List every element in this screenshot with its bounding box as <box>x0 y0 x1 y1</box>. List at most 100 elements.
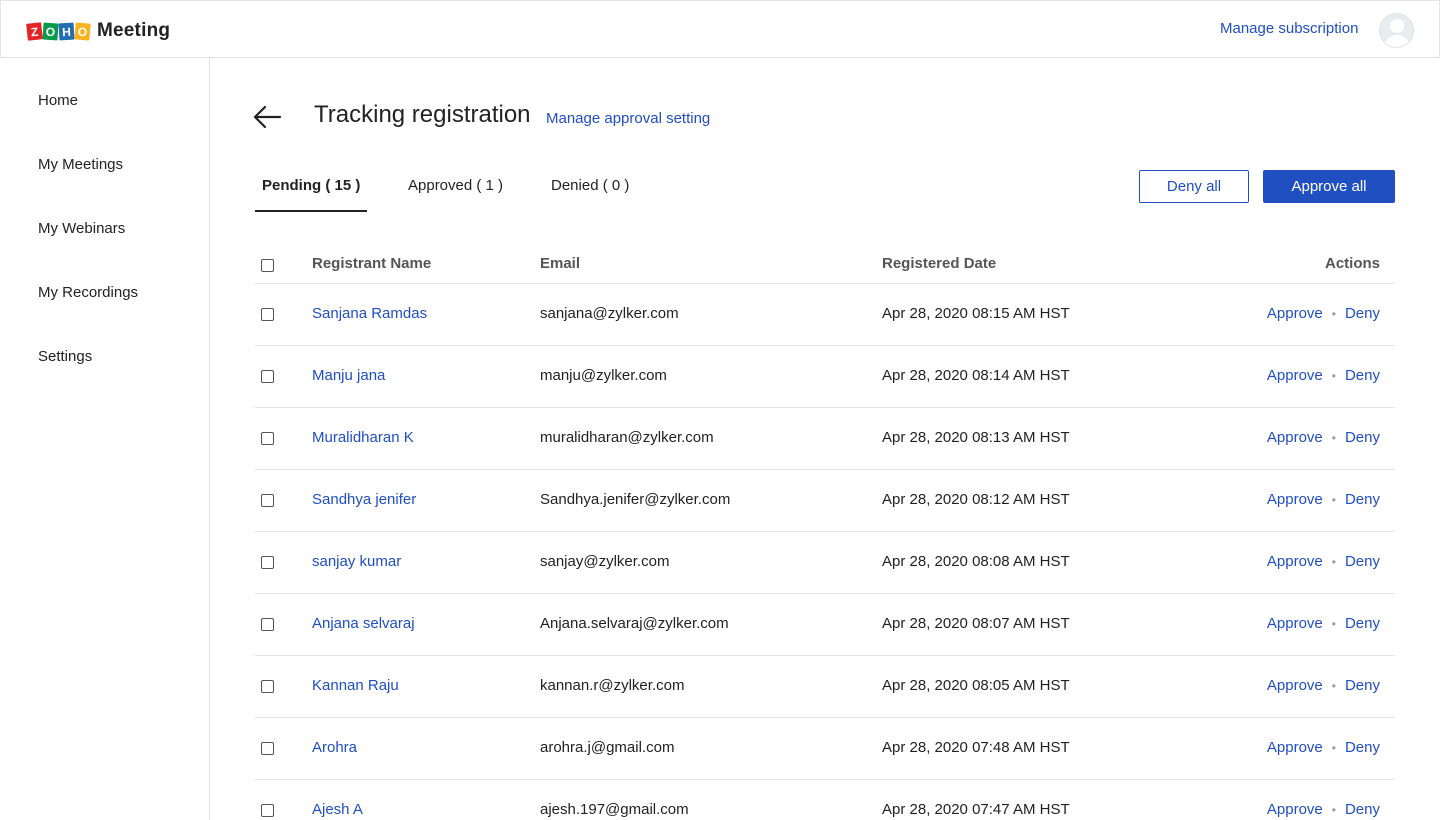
table-row: Kannan Raju kannan.r@zylker.com Apr 28, … <box>255 656 1395 718</box>
registered-date: Apr 28, 2020 08:08 AM HST <box>882 553 1070 570</box>
separator-dot: • <box>1331 492 1336 507</box>
registrant-name-link[interactable]: Ajesh A <box>312 801 363 818</box>
table-row: Manju jana manju@zylker.com Apr 28, 2020… <box>255 346 1395 408</box>
registered-date: Apr 28, 2020 07:47 AM HST <box>882 801 1070 818</box>
approve-link[interactable]: Approve <box>1267 677 1323 694</box>
deny-link[interactable]: Deny <box>1345 615 1380 632</box>
approve-link[interactable]: Approve <box>1267 429 1323 446</box>
registrant-email: sanjana@zylker.com <box>540 305 679 322</box>
sidebar-item-my-recordings[interactable]: My Recordings <box>38 284 138 301</box>
table-row: Muralidharan K muralidharan@zylker.com A… <box>255 408 1395 470</box>
logo-letter-o: O <box>42 21 59 41</box>
row-checkbox[interactable] <box>261 494 274 507</box>
row-actions: Approve • Deny <box>1267 491 1380 508</box>
header-registrant-name: Registrant Name <box>312 255 432 272</box>
header-email: Email <box>540 255 581 272</box>
manage-subscription-link[interactable]: Manage subscription <box>1220 20 1358 37</box>
row-actions: Approve • Deny <box>1267 615 1380 632</box>
registrant-email: Sandhya.jenifer@zylker.com <box>540 491 731 508</box>
deny-link[interactable]: Deny <box>1345 801 1380 818</box>
separator-dot: • <box>1331 678 1336 693</box>
registrant-name-link[interactable]: sanjay kumar <box>312 553 401 570</box>
separator-dot: • <box>1331 616 1336 631</box>
separator-dot: • <box>1331 740 1336 755</box>
page-title: Tracking registration <box>314 101 531 128</box>
row-checkbox[interactable] <box>261 308 274 321</box>
registered-date: Apr 28, 2020 08:15 AM HST <box>882 305 1070 322</box>
avatar-head <box>1390 19 1404 33</box>
registered-date: Apr 28, 2020 08:12 AM HST <box>882 491 1070 508</box>
approve-link[interactable]: Approve <box>1267 491 1323 508</box>
row-checkbox[interactable] <box>261 680 274 693</box>
table-header: Registrant Name Email Registered Date Ac… <box>255 238 1395 284</box>
row-checkbox[interactable] <box>261 804 274 817</box>
registered-date: Apr 28, 2020 07:48 AM HST <box>882 739 1070 756</box>
row-checkbox[interactable] <box>261 742 274 755</box>
deny-link[interactable]: Deny <box>1345 553 1380 570</box>
header-registered-date: Registered Date <box>882 255 997 272</box>
logo-letter-z: Z <box>26 21 43 41</box>
registered-date: Apr 28, 2020 08:13 AM HST <box>882 429 1070 446</box>
registrant-name-link[interactable]: Muralidharan K <box>312 429 414 446</box>
registrant-name-link[interactable]: Sanjana Ramdas <box>312 305 427 322</box>
row-actions: Approve • Deny <box>1267 739 1380 756</box>
sidebar-item-my-meetings[interactable]: My Meetings <box>38 156 123 173</box>
table-row: Sanjana Ramdas sanjana@zylker.com Apr 28… <box>255 284 1395 346</box>
deny-link[interactable]: Deny <box>1345 739 1380 756</box>
zoho-meeting-logo[interactable]: Z O H O Meeting <box>26 20 170 42</box>
avatar-body <box>1384 35 1410 47</box>
approve-link[interactable]: Approve <box>1267 615 1323 632</box>
separator-dot: • <box>1331 430 1336 445</box>
logo-letter-h: H <box>58 22 75 40</box>
registrant-email: Anjana.selvaraj@zylker.com <box>540 615 729 632</box>
top-bar: Z O H O Meeting Manage subscription <box>0 0 1440 58</box>
row-checkbox[interactable] <box>261 618 274 631</box>
registrant-name-link[interactable]: Anjana selvaraj <box>312 615 415 632</box>
separator-dot: • <box>1331 306 1336 321</box>
header-actions: Actions <box>1324 255 1380 272</box>
approve-link[interactable]: Approve <box>1267 739 1323 756</box>
row-checkbox[interactable] <box>261 370 274 383</box>
sidebar-item-my-webinars[interactable]: My Webinars <box>38 220 125 237</box>
user-avatar-icon[interactable] <box>1379 13 1414 48</box>
table-row: Ajesh A ajesh.197@gmail.com Apr 28, 2020… <box>255 780 1395 820</box>
deny-link[interactable]: Deny <box>1345 429 1380 446</box>
registrant-name-link[interactable]: Sandhya jenifer <box>312 491 416 508</box>
approve-all-button[interactable]: Approve all <box>1263 170 1395 203</box>
registrant-name-link[interactable]: Manju jana <box>312 367 385 384</box>
row-checkbox[interactable] <box>261 432 274 445</box>
tab-pending[interactable]: Pending ( 15 ) <box>262 177 360 194</box>
separator-dot: • <box>1331 368 1336 383</box>
arrow-left-icon[interactable] <box>252 104 282 130</box>
registrant-name-link[interactable]: Arohra <box>312 739 357 756</box>
tab-denied[interactable]: Denied ( 0 ) <box>551 177 629 194</box>
sidebar-item-settings[interactable]: Settings <box>38 348 92 365</box>
registrant-name-link[interactable]: Kannan Raju <box>312 677 399 694</box>
sidebar-item-home[interactable]: Home <box>38 92 78 109</box>
approve-link[interactable]: Approve <box>1267 801 1323 818</box>
deny-link[interactable]: Deny <box>1345 677 1380 694</box>
approve-link[interactable]: Approve <box>1267 553 1323 570</box>
tab-approved[interactable]: Approved ( 1 ) <box>408 177 503 194</box>
table-row: Anjana selvaraj Anjana.selvaraj@zylker.c… <box>255 594 1395 656</box>
registrant-email: muralidharan@zylker.com <box>540 429 714 446</box>
logo-letter-o: O <box>74 21 91 41</box>
table-row: Sandhya jenifer Sandhya.jenifer@zylker.c… <box>255 470 1395 532</box>
row-actions: Approve • Deny <box>1267 367 1380 384</box>
manage-approval-setting-link[interactable]: Manage approval setting <box>546 110 710 127</box>
registrant-email: arohra.j@gmail.com <box>540 739 675 756</box>
approve-link[interactable]: Approve <box>1267 305 1323 322</box>
active-tab-indicator <box>255 210 367 212</box>
deny-link[interactable]: Deny <box>1345 305 1380 322</box>
select-all-checkbox[interactable] <box>261 259 274 272</box>
deny-link[interactable]: Deny <box>1345 367 1380 384</box>
deny-all-button[interactable]: Deny all <box>1139 170 1249 203</box>
deny-link[interactable]: Deny <box>1345 491 1380 508</box>
registrant-email: sanjay@zylker.com <box>540 553 670 570</box>
main-content: Tracking registration Manage approval se… <box>210 58 1440 820</box>
approve-link[interactable]: Approve <box>1267 367 1323 384</box>
registrant-email: manju@zylker.com <box>540 367 667 384</box>
row-checkbox[interactable] <box>261 556 274 569</box>
table-row: Arohra arohra.j@gmail.com Apr 28, 2020 0… <box>255 718 1395 780</box>
sidebar: Home My Meetings My Webinars My Recordin… <box>0 58 210 820</box>
